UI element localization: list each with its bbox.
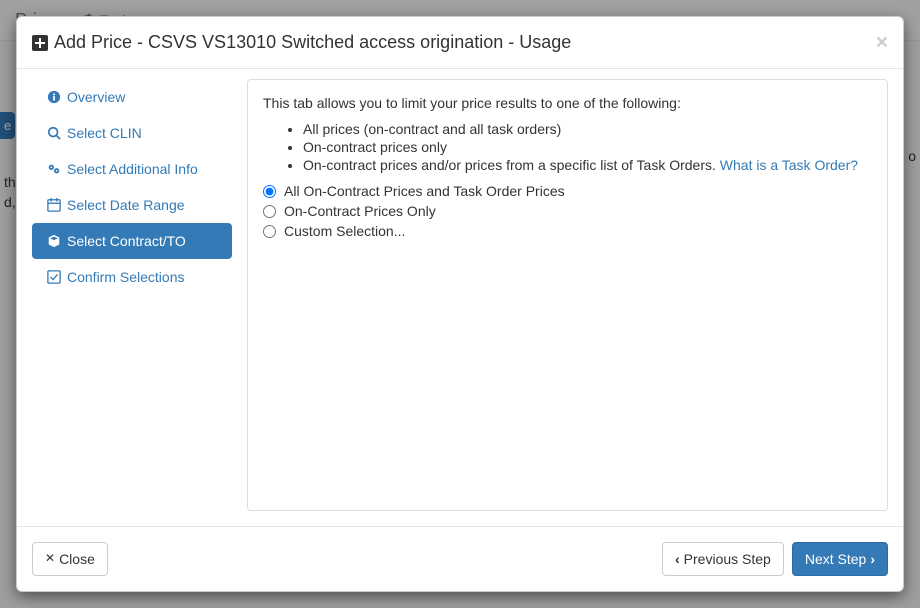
sidebar-item-overview: Overview: [32, 79, 232, 115]
close-label: Close: [59, 549, 95, 569]
chevron-left-icon: ‹: [675, 549, 680, 569]
radio-input-custom[interactable]: [263, 225, 276, 238]
sidebar-item-contract-to: Select Contract/TO: [32, 223, 232, 259]
calendar-icon: [47, 198, 61, 212]
content-panel: This tab allows you to limit your price …: [247, 79, 888, 511]
bullet-item: On-contract prices only: [303, 139, 872, 155]
panel-intro: This tab allows you to limit your price …: [263, 95, 872, 111]
info-circle-icon: [47, 90, 61, 104]
bullet-item: On-contract prices and/or prices from a …: [303, 157, 872, 173]
sidebar-item-label: Select Contract/TO: [67, 233, 186, 249]
radio-input-on-contract[interactable]: [263, 205, 276, 218]
sidebar-item-label: Confirm Selections: [67, 269, 185, 285]
search-icon: [47, 126, 61, 140]
close-button[interactable]: ✕ Close: [32, 542, 108, 576]
cube-icon: [47, 234, 61, 248]
modal-title-text: Add Price - CSVS VS13010 Switched access…: [54, 32, 571, 53]
wizard-sidebar: Overview Select CLIN Select Additional I…: [32, 79, 232, 511]
modal-footer: ✕ Close ‹ Previous Step Next Step ›: [17, 526, 903, 591]
sidebar-item-select-clin: Select CLIN: [32, 115, 232, 151]
radio-input-all[interactable]: [263, 185, 276, 198]
sidebar-item-additional-info: Select Additional Info: [32, 151, 232, 187]
cogs-icon: [47, 162, 61, 176]
what-is-task-order-link[interactable]: What is a Task Order?: [720, 157, 858, 173]
check-square-icon: [47, 270, 61, 284]
sidebar-item-label: Overview: [67, 89, 125, 105]
sidebar-item-label: Select Additional Info: [67, 161, 198, 177]
next-label: Next Step: [805, 549, 866, 569]
sidebar-item-date-range: Select Date Range: [32, 187, 232, 223]
radio-all-prices[interactable]: All On-Contract Prices and Task Order Pr…: [263, 183, 872, 199]
modal-header: Add Price - CSVS VS13010 Switched access…: [17, 17, 903, 69]
sidebar-item-label: Select Date Range: [67, 197, 185, 213]
radio-label: Custom Selection...: [284, 223, 405, 239]
radio-on-contract-only[interactable]: On-Contract Prices Only: [263, 203, 872, 219]
modal-body: Overview Select CLIN Select Additional I…: [17, 69, 903, 526]
bullet-item: All prices (on-contract and all task ord…: [303, 121, 872, 137]
sidebar-item-label: Select CLIN: [67, 125, 142, 141]
plus-square-icon: [32, 35, 48, 51]
close-icon: ✕: [45, 550, 55, 567]
radio-label: On-Contract Prices Only: [284, 203, 436, 219]
next-step-button[interactable]: Next Step ›: [792, 542, 888, 576]
radio-custom-selection[interactable]: Custom Selection...: [263, 223, 872, 239]
modal-close-icon[interactable]: ×: [876, 32, 888, 53]
radio-label: All On-Contract Prices and Task Order Pr…: [284, 183, 565, 199]
prev-label: Previous Step: [684, 549, 771, 569]
panel-bullets: All prices (on-contract and all task ord…: [263, 121, 872, 173]
previous-step-button[interactable]: ‹ Previous Step: [662, 542, 784, 576]
sidebar-item-confirm: Confirm Selections: [32, 259, 232, 295]
modal-title: Add Price - CSVS VS13010 Switched access…: [32, 32, 876, 53]
chevron-right-icon: ›: [870, 549, 875, 569]
add-price-modal: Add Price - CSVS VS13010 Switched access…: [16, 16, 904, 592]
